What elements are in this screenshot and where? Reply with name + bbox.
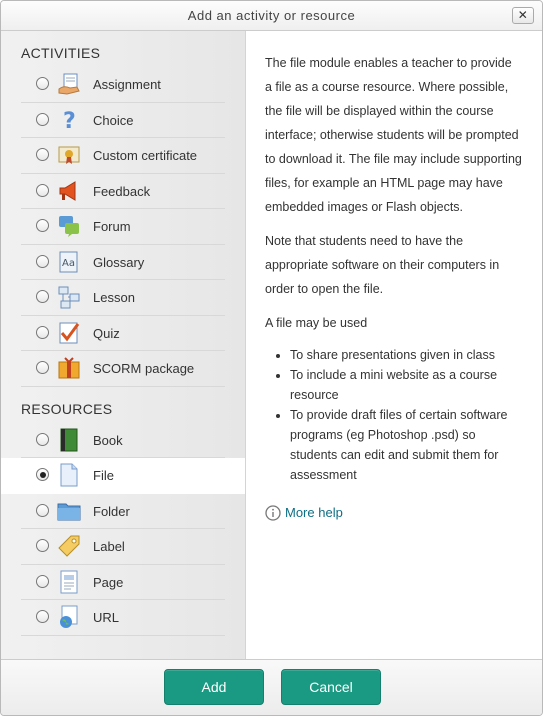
description-paragraph: Note that students need to have the appr… [265, 234, 500, 296]
feedback-icon [57, 179, 81, 203]
option-radio[interactable] [36, 112, 49, 126]
description-paragraph: A file may be used [265, 316, 368, 330]
option-radio[interactable] [36, 183, 49, 197]
folder-icon [57, 499, 81, 523]
more-help-label: More help [285, 505, 343, 520]
option-radio[interactable] [36, 432, 49, 446]
description-paragraph: The file module enables a teacher to pro… [265, 56, 522, 214]
forum-icon [57, 214, 81, 238]
book-icon [57, 428, 81, 452]
close-button[interactable]: ✕ [512, 7, 534, 24]
dialog-title: Add an activity or resource [187, 8, 356, 23]
close-icon: ✕ [517, 8, 529, 22]
option-custom-certificate[interactable]: Custom certificate [1, 138, 245, 174]
option-label: Forum [93, 219, 131, 234]
option-url[interactable]: URL [1, 600, 245, 636]
option-label: Assignment [93, 77, 161, 92]
module-description: The file module enables a teacher to pro… [246, 31, 542, 660]
option-label: Quiz [93, 325, 120, 341]
option-radio[interactable] [36, 468, 49, 481]
option-label: Lesson [93, 290, 135, 305]
option-forum[interactable]: Forum [1, 209, 245, 245]
option-folder[interactable]: Folder [1, 494, 245, 529]
option-label: SCORM package [93, 361, 195, 376]
activities-heading: ACTIVITIES [21, 45, 101, 61]
cancel-button[interactable]: Cancel [281, 669, 381, 705]
option-radio[interactable] [36, 325, 49, 339]
option-file[interactable]: File [1, 458, 245, 494]
option-radio[interactable] [36, 503, 49, 517]
option-radio[interactable] [36, 290, 49, 303]
module-chooser-list: ACTIVITIES Assignment? Choice Custom certi… [1, 31, 246, 660]
option-label: Label [93, 539, 125, 554]
option-quiz[interactable]: Quiz [1, 316, 245, 351]
svg-text:?: ? [63, 109, 76, 132]
usage-item: To provide draft files of certain softwa… [290, 405, 522, 485]
option-feedback[interactable]: Feedback [1, 174, 245, 209]
assignment-icon [57, 72, 81, 96]
option-radio[interactable] [36, 148, 49, 161]
option-label: Choice [93, 112, 134, 128]
option-radio[interactable] [36, 610, 49, 623]
option-radio[interactable] [36, 574, 49, 588]
option-label: URL [93, 610, 120, 625]
add-activity-dialog: Add an activity or resource ✕ ACTIVITIES… [0, 0, 543, 716]
info-icon [265, 505, 281, 521]
dialog-body: ACTIVITIES Assignment? Choice Custom certi… [1, 31, 542, 660]
option-book[interactable]: Book [1, 423, 245, 458]
option-choice[interactable]: ? Choice [1, 103, 245, 138]
usage-item: To include a mini website as a course re… [290, 365, 522, 405]
usage-item: To share presentations given in class [290, 345, 522, 365]
option-label: Feedback [93, 183, 151, 199]
option-label: Page [93, 574, 124, 590]
option-assignment[interactable]: Assignment [1, 67, 245, 103]
choice-icon: ? [57, 108, 81, 134]
option-label: Glossary [93, 254, 145, 270]
activities-list: Assignment? Choice Custom certificate Feedb… [1, 67, 245, 387]
scorm-icon [57, 356, 81, 380]
option-label: Custom certificate [93, 148, 198, 163]
option-radio[interactable] [36, 361, 49, 374]
option-divider [21, 385, 225, 387]
label-icon [57, 534, 81, 558]
option-scorm-package[interactable]: SCORM package [1, 351, 245, 387]
option-glossary[interactable]: Aa Glossary [1, 245, 245, 280]
option-radio[interactable] [36, 539, 49, 552]
add-button[interactable]: Add [164, 669, 264, 705]
glossary-icon: Aa [57, 250, 81, 274]
option-radio[interactable] [36, 219, 49, 232]
dialog-footer: Add Cancel [1, 659, 542, 715]
svg-text:Aa: Aa [62, 258, 75, 269]
resources-list: Book File Folder Label Page URL [1, 423, 245, 636]
option-divider [21, 634, 225, 636]
option-radio[interactable] [36, 77, 49, 90]
option-radio[interactable] [36, 254, 49, 268]
url-icon [57, 605, 81, 629]
option-label: Book [93, 432, 123, 448]
page-icon [57, 570, 81, 594]
more-help-link[interactable]: More help [265, 501, 522, 525]
option-page[interactable]: Page [1, 565, 245, 600]
option-label[interactable]: Label [1, 529, 245, 565]
dialog-titlebar: Add an activity or resource ✕ [1, 1, 542, 31]
resources-heading: RESOURCES [21, 400, 113, 417]
file-icon [57, 463, 81, 487]
option-lesson[interactable]: Lesson [1, 280, 245, 316]
lesson-icon [57, 285, 81, 309]
option-label: File [93, 468, 114, 483]
certificate-icon [57, 143, 81, 167]
usage-list: To share presentations given in class To… [265, 345, 522, 485]
quiz-icon [57, 321, 81, 345]
option-label: Folder [93, 503, 130, 519]
